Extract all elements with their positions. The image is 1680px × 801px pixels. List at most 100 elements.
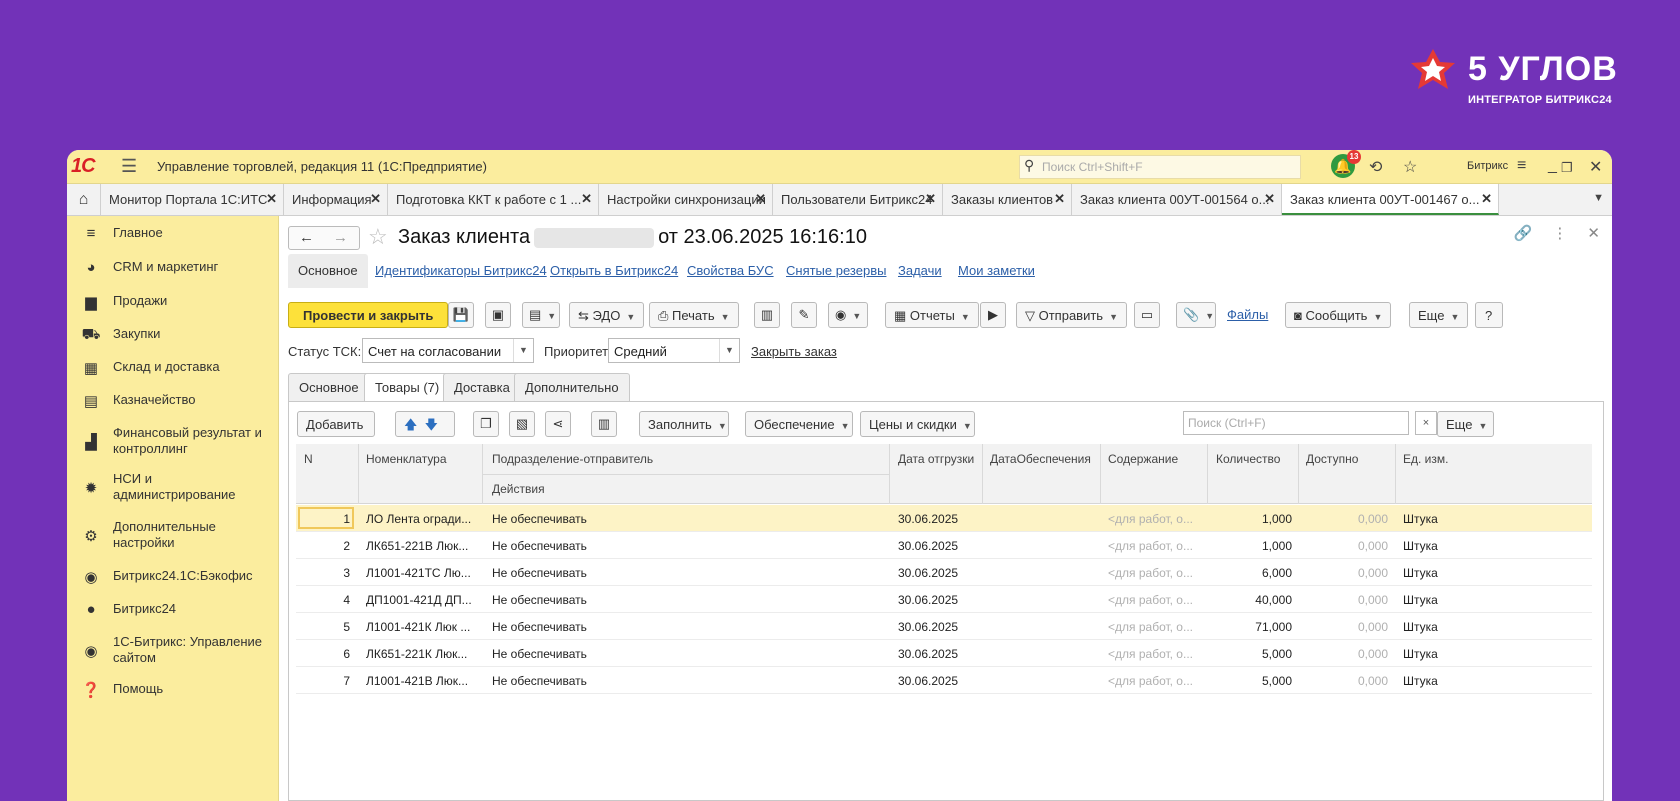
cell-n[interactable]: 3 bbox=[296, 566, 350, 580]
close-window-icon[interactable]: ✕ bbox=[1589, 157, 1602, 177]
cell-available[interactable]: 0,000 bbox=[1300, 512, 1388, 526]
print-button[interactable]: ⎙ Печать ▼ bbox=[649, 302, 739, 328]
col-content[interactable]: Содержание bbox=[1108, 452, 1178, 466]
cell-quantity[interactable]: 5,000 bbox=[1208, 647, 1292, 661]
cell-content[interactable]: <для работ, о... bbox=[1108, 620, 1203, 634]
post-icon[interactable]: ▣ bbox=[485, 302, 511, 328]
table-row[interactable]: 4 ДП1001-421Д ДП... Не обеспечивать 30.06.2… bbox=[296, 586, 1592, 613]
chevron-down-icon[interactable]: ▼ bbox=[719, 339, 739, 362]
cell-action[interactable]: Не обеспечивать bbox=[492, 566, 882, 580]
cell-ship-date[interactable]: 30.06.2025 bbox=[898, 512, 978, 526]
close-tab-icon[interactable]: ✕ bbox=[266, 191, 277, 207]
cell-available[interactable]: 0,000 bbox=[1300, 539, 1388, 553]
subnav-bus-props[interactable]: Свойства БУС bbox=[687, 263, 774, 278]
help-button[interactable]: ? bbox=[1475, 302, 1503, 328]
history-icon[interactable]: ⟲ bbox=[1369, 157, 1382, 177]
table-row[interactable]: 2 ЛК651-221В Люк... Не обеспечивать 30.06.2… bbox=[296, 532, 1592, 559]
cell-action[interactable]: Не обеспечивать bbox=[492, 512, 882, 526]
col-quantity[interactable]: Количество bbox=[1216, 452, 1280, 466]
close-tab-icon[interactable]: ✕ bbox=[755, 191, 766, 207]
tsk-status-select[interactable]: Счет на согласовании ▼ bbox=[362, 338, 534, 363]
subnav-tasks[interactable]: Задачи bbox=[898, 263, 942, 278]
files-link[interactable]: Файлы bbox=[1227, 307, 1268, 322]
table-row[interactable]: 5 Л1001-421К Люк ... Не обеспечивать 30.06.… bbox=[296, 613, 1592, 640]
cell-content[interactable]: <для работ, о... bbox=[1108, 674, 1203, 688]
goods-more-button[interactable]: Еще ▼ bbox=[1437, 411, 1494, 437]
prices-discounts-button[interactable]: Цены и скидки ▼ bbox=[860, 411, 975, 437]
col-nomenclature[interactable]: Номенклатура bbox=[366, 452, 447, 466]
message-button[interactable]: ◙ Сообщить ▼ bbox=[1285, 302, 1392, 328]
journal-icon[interactable]: ▥ bbox=[754, 302, 780, 328]
cell-quantity[interactable]: 5,000 bbox=[1208, 674, 1292, 688]
reports-button[interactable]: ▦ Отчеты ▼ bbox=[885, 302, 979, 328]
col-actions[interactable]: Действия bbox=[492, 482, 545, 496]
close-order-link[interactable]: Закрыть заказ bbox=[751, 344, 837, 359]
tab-kkt[interactable]: Подготовка ККТ к работе с 1 ... ✕ bbox=[388, 184, 599, 215]
create-based-on-icon[interactable]: ▤ ▼ bbox=[522, 302, 560, 328]
subnav-open-b24[interactable]: Открыть в Битрикс24 bbox=[550, 263, 678, 278]
back-arrow-icon[interactable]: ← bbox=[299, 229, 314, 246]
cell-available[interactable]: 0,000 bbox=[1300, 620, 1388, 634]
cell-content[interactable]: <для работ, о... bbox=[1108, 566, 1203, 580]
subnav-main[interactable]: Основное bbox=[288, 254, 368, 288]
cell-unit[interactable]: Штука bbox=[1403, 593, 1483, 607]
col-provision-date[interactable]: ДатаОбеспечения bbox=[990, 452, 1091, 466]
table-row[interactable]: 1 ЛО Лента огради... Не обеспечивать 30.06.… bbox=[296, 505, 1592, 532]
cell-action[interactable]: Не обеспечивать bbox=[492, 593, 882, 607]
cell-action[interactable]: Не обеспечивать bbox=[492, 647, 882, 661]
cell-nomenclature[interactable]: ДП1001-421Д ДП... bbox=[366, 593, 478, 607]
restore-icon[interactable]: ❐ bbox=[1561, 160, 1573, 176]
cell-available[interactable]: 0,000 bbox=[1300, 566, 1388, 580]
attach-icon[interactable]: 📎 ▼ bbox=[1176, 302, 1216, 328]
cell-nomenclature[interactable]: Л1001-421ТС Лю... bbox=[366, 566, 478, 580]
tab-b24-users[interactable]: Пользователи Битрикс24 ✕ bbox=[773, 184, 943, 215]
cell-nomenclature[interactable]: ЛО Лента огради... bbox=[366, 512, 478, 526]
cell-ship-date[interactable]: 30.06.2025 bbox=[898, 620, 978, 634]
link-icon[interactable]: 🔗 bbox=[1514, 225, 1533, 242]
home-icon[interactable]: ⌂ bbox=[67, 184, 101, 215]
subnav-reserves[interactable]: Снятые резервы bbox=[786, 263, 886, 278]
cell-ship-date[interactable]: 30.06.2025 bbox=[898, 566, 978, 580]
cell-nomenclature[interactable]: Л1001-421В Люк... bbox=[366, 674, 478, 688]
tab-info[interactable]: Информация ✕ bbox=[284, 184, 388, 215]
edit-icon[interactable]: ✎ bbox=[791, 302, 817, 328]
close-tab-icon[interactable]: ✕ bbox=[1481, 191, 1492, 207]
cell-n[interactable]: 2 bbox=[296, 539, 350, 553]
cell-unit[interactable]: Штука bbox=[1403, 674, 1483, 688]
cell-n[interactable]: 7 bbox=[296, 674, 350, 688]
send-button[interactable]: ▽ Отправить ▼ bbox=[1016, 302, 1127, 328]
tab-monitor-portal[interactable]: Монитор Портала 1С:ИТС ✕ bbox=[101, 184, 284, 215]
tab-sync-settings[interactable]: Настройки синхронизации ✕ bbox=[599, 184, 773, 215]
arrow-down-icon[interactable]: 🡇 bbox=[425, 417, 438, 432]
table-row[interactable]: 7 Л1001-421В Люк... Не обеспечивать 30.06.2… bbox=[296, 667, 1592, 694]
b24-dropdown-icon[interactable]: ◉ ▼ bbox=[828, 302, 868, 328]
cell-n[interactable]: 4 bbox=[296, 593, 350, 607]
notifications-bell-icon[interactable]: 🔔 13 bbox=[1331, 150, 1361, 178]
cell-n[interactable]: 5 bbox=[296, 620, 350, 634]
cell-unit[interactable]: Штука bbox=[1403, 539, 1483, 553]
col-n[interactable]: N bbox=[304, 452, 313, 466]
cell-n[interactable]: 6 bbox=[296, 647, 350, 661]
cell-ship-date[interactable]: 30.06.2025 bbox=[898, 593, 978, 607]
cell-content[interactable]: <для работ, о... bbox=[1108, 512, 1203, 526]
minimize-icon[interactable]: _ bbox=[1548, 157, 1557, 175]
cell-n[interactable]: 1 bbox=[296, 512, 350, 526]
add-button[interactable]: Добавить bbox=[297, 411, 375, 437]
settings-menu-icon[interactable]: ≡ bbox=[1517, 157, 1526, 175]
tab-additional[interactable]: Дополнительно bbox=[514, 373, 630, 401]
move-rows-icon[interactable]: 🡅 🡇 bbox=[395, 411, 455, 437]
more-vert-icon[interactable]: ⋮ bbox=[1552, 225, 1567, 242]
copy-icon[interactable]: ❐ bbox=[473, 411, 499, 437]
favorite-star-icon[interactable]: ☆ bbox=[368, 224, 388, 250]
cell-nomenclature[interactable]: ЛК651-221К Люк... bbox=[366, 647, 478, 661]
provision-button[interactable]: Обеспечение ▼ bbox=[745, 411, 853, 437]
close-tab-icon[interactable]: ✕ bbox=[370, 191, 381, 207]
cell-action[interactable]: Не обеспечивать bbox=[492, 674, 882, 688]
share-icon[interactable]: ⋖ bbox=[545, 411, 571, 437]
arrow-up-icon[interactable]: 🡅 bbox=[404, 417, 417, 432]
cell-nomenclature[interactable]: ЛК651-221В Люк... bbox=[366, 539, 478, 553]
flag-icon[interactable]: ▶ bbox=[980, 302, 1006, 328]
tab-goods[interactable]: Товары (7) bbox=[364, 373, 451, 402]
tab-order-001467[interactable]: Заказ клиента 00УТ-001467 о... ✕ bbox=[1282, 184, 1499, 215]
tab-order-001564[interactable]: Заказ клиента 00УТ-001564 о... ✕ bbox=[1072, 184, 1282, 215]
